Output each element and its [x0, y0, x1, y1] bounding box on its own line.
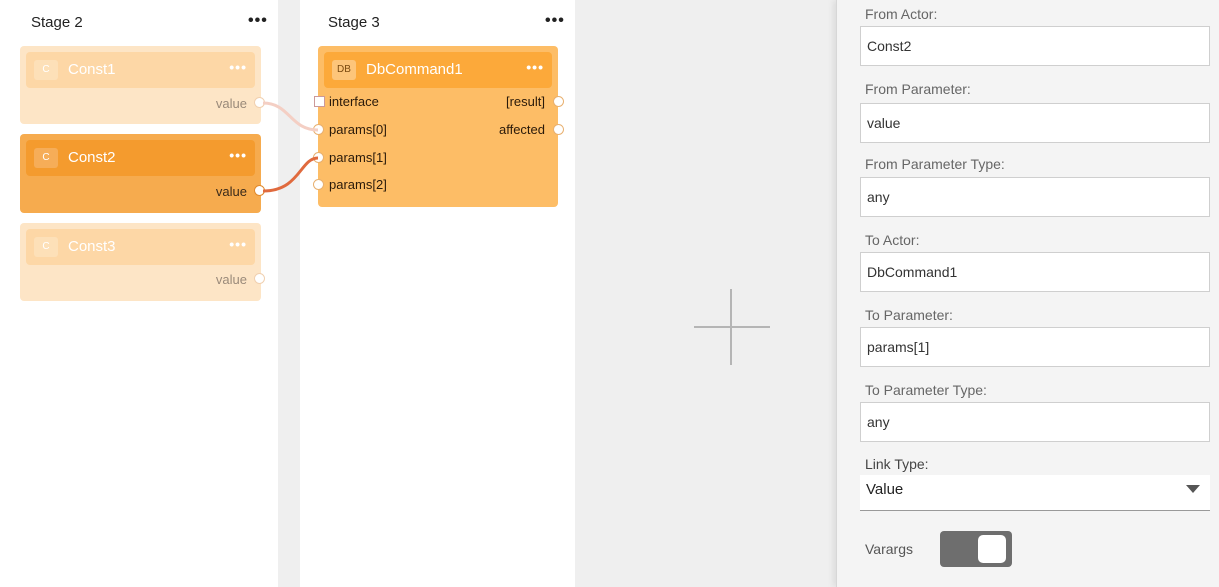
link-type-value: Value — [866, 481, 904, 498]
actor-name: DbCommand1 — [366, 61, 463, 78]
stage-menu-icon[interactable]: ••• — [545, 12, 565, 30]
chevron-down-icon — [1186, 485, 1200, 493]
stage-3-column: Stage 3 ••• DB DbCommand1 ••• interface … — [300, 0, 575, 587]
actor-header[interactable]: DB DbCommand1 ••• — [324, 52, 552, 88]
actor-const3[interactable]: C Const3 ••• value — [20, 223, 265, 301]
actor-dbcommand1[interactable]: DB DbCommand1 ••• interface params[0] pa… — [313, 46, 564, 207]
output-port-label: affected — [498, 122, 545, 137]
plus-icon[interactable] — [694, 289, 770, 365]
to-parameter-type-label: To Parameter Type: — [865, 382, 987, 398]
to-parameter-type-field[interactable]: any — [860, 402, 1210, 442]
actor-header[interactable]: C Const2 ••• — [26, 140, 255, 176]
output-port-label: [result] — [505, 94, 545, 109]
from-actor-field[interactable]: Const2 — [860, 26, 1210, 66]
output-port[interactable] — [254, 97, 265, 108]
const-badge-icon: C — [34, 148, 58, 168]
from-parameter-type-field[interactable]: any — [860, 177, 1210, 217]
db-badge-icon: DB — [332, 60, 356, 80]
stage-title: Stage 2 — [31, 14, 83, 31]
to-actor-label: To Actor: — [865, 232, 920, 248]
varargs-toggle[interactable] — [940, 531, 1012, 567]
actor-const1[interactable]: C Const1 ••• value — [20, 46, 265, 124]
input-port[interactable] — [313, 124, 324, 135]
input-port-label: params[1] — [329, 150, 387, 165]
output-port[interactable] — [254, 273, 265, 284]
actor-menu-icon[interactable]: ••• — [526, 59, 544, 75]
input-port-label: params[0] — [329, 122, 387, 137]
const-badge-icon: C — [34, 237, 58, 257]
actor-name: Const3 — [68, 238, 116, 255]
actor-const2[interactable]: C Const2 ••• value — [20, 134, 265, 213]
input-port[interactable] — [313, 179, 324, 190]
actor-name: Const1 — [68, 61, 116, 78]
from-parameter-field[interactable]: value — [860, 103, 1210, 143]
actor-menu-icon[interactable]: ••• — [229, 147, 247, 163]
link-type-label: Link Type: — [865, 456, 929, 472]
actor-header[interactable]: C Const3 ••• — [26, 229, 255, 265]
actor-menu-icon[interactable]: ••• — [229, 59, 247, 75]
link-type-select[interactable]: Value — [860, 475, 1210, 511]
varargs-label: Varargs — [865, 541, 913, 557]
stage-menu-icon[interactable]: ••• — [248, 12, 268, 30]
actor-menu-icon[interactable]: ••• — [229, 236, 247, 252]
from-actor-label: From Actor: — [865, 6, 938, 22]
output-port[interactable] — [553, 124, 564, 135]
link-properties-panel: From Actor: Const2 From Parameter: value… — [836, 0, 1219, 587]
from-parameter-type-label: From Parameter Type: — [865, 156, 1005, 172]
input-port-label: interface — [329, 94, 379, 109]
to-parameter-field[interactable]: params[1] — [860, 327, 1210, 367]
stage-2-column: Stage 2 ••• C Const1 ••• value C Const2 … — [0, 0, 278, 587]
output-port-result[interactable] — [553, 96, 564, 107]
from-parameter-label: From Parameter: — [865, 81, 971, 97]
input-port-interface[interactable] — [314, 96, 325, 107]
output-port-label: value — [215, 272, 247, 287]
actor-name: Const2 — [68, 149, 116, 166]
output-port[interactable] — [254, 185, 265, 196]
const-badge-icon: C — [34, 60, 58, 80]
output-port-label: value — [215, 96, 247, 111]
output-port-label: value — [215, 184, 247, 199]
input-port-label: params[2] — [329, 177, 387, 192]
input-port[interactable] — [313, 152, 324, 163]
to-actor-field[interactable]: DbCommand1 — [860, 252, 1210, 292]
actor-header[interactable]: C Const1 ••• — [26, 52, 255, 88]
stage-title: Stage 3 — [328, 14, 380, 31]
to-parameter-label: To Parameter: — [865, 307, 953, 323]
toggle-knob — [978, 535, 1006, 563]
